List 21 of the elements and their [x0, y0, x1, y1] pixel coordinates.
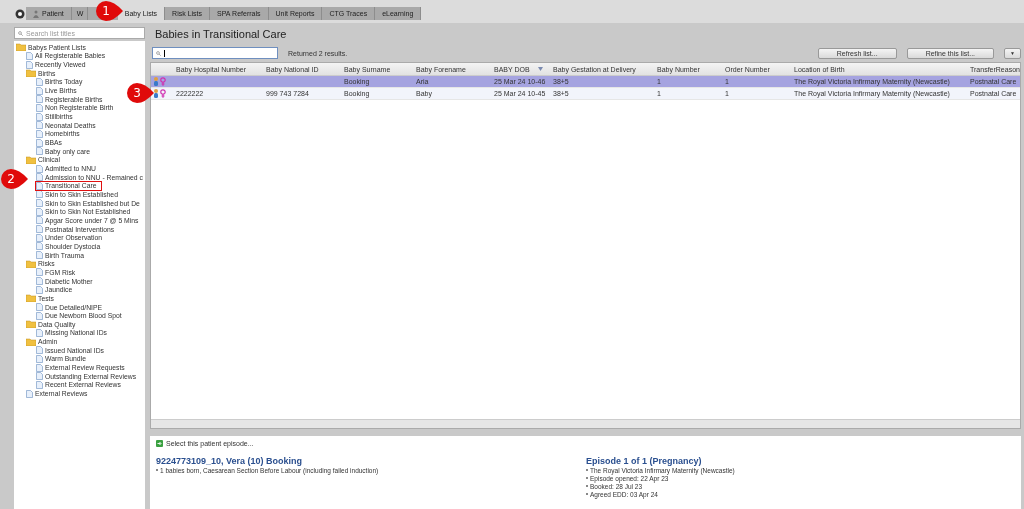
- folder-icon: [26, 69, 36, 78]
- search-field[interactable]: [152, 47, 278, 59]
- page-title: Babies in Transitional Care: [155, 28, 288, 42]
- person-icon: [33, 9, 39, 18]
- search-icon: [18, 30, 23, 36]
- baby-icon: [153, 77, 159, 86]
- folder-icon: [26, 294, 36, 303]
- search-icon: [156, 50, 161, 56]
- baby-icon: [153, 89, 159, 98]
- female-icon: [160, 89, 166, 98]
- female-icon: [160, 77, 166, 86]
- scrollbar[interactable]: [151, 419, 1020, 428]
- logo-icon[interactable]: [15, 9, 25, 19]
- arrow-icon: [156, 440, 163, 447]
- folder-icon: [16, 43, 26, 52]
- folder-icon: [26, 259, 36, 268]
- document-icon: [36, 329, 43, 337]
- sort-icon[interactable]: [537, 67, 543, 71]
- patient-title[interactable]: 9224773109_10, Vera (10) Booking: [156, 456, 586, 466]
- episode-title[interactable]: Episode 1 of 1 (Pregnancy): [586, 456, 735, 466]
- folder-icon: [26, 155, 36, 164]
